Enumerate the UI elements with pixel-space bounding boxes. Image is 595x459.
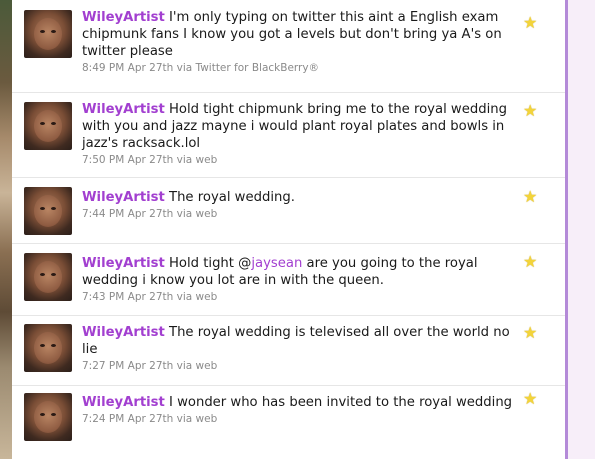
tweet-meta: 7:43 PM Apr 27th via web: [82, 290, 522, 304]
username-link[interactable]: WileyArtist: [82, 102, 165, 117]
source-label: via web: [173, 413, 218, 425]
star-icon[interactable]: ★: [523, 325, 539, 341]
star-icon[interactable]: ★: [523, 189, 539, 205]
star-icon[interactable]: ★: [523, 391, 539, 407]
tweet-meta: 7:44 PM Apr 27th via web: [82, 207, 522, 221]
timestamp-link[interactable]: 7:50 PM Apr 27th: [82, 154, 173, 166]
timestamp-link[interactable]: 8:49 PM Apr 27th: [82, 62, 173, 74]
username-link[interactable]: WileyArtist: [82, 256, 165, 271]
tweet-text: WileyArtist Hold tight @jaysean are you …: [82, 256, 478, 288]
tweet-meta: 7:24 PM Apr 27th via web: [82, 412, 522, 426]
timeline: WileyArtist I'm only typing on twitter t…: [12, 0, 565, 459]
avatar[interactable]: [24, 10, 72, 58]
timestamp-link[interactable]: 7:24 PM Apr 27th: [82, 413, 173, 425]
star-icon[interactable]: ★: [523, 15, 539, 31]
avatar[interactable]: [24, 187, 72, 235]
background-photo-strip: [0, 0, 12, 459]
avatar[interactable]: [24, 324, 72, 372]
username-link[interactable]: WileyArtist: [82, 190, 165, 205]
tweet-meta: 7:27 PM Apr 27th via web: [82, 359, 522, 373]
tweet-text: WileyArtist Hold tight chipmunk bring me…: [82, 102, 507, 151]
username-link[interactable]: WileyArtist: [82, 325, 165, 340]
tweet-text: WileyArtist The royal wedding is televis…: [82, 325, 510, 357]
tweet-item: WileyArtist I'm only typing on twitter t…: [12, 0, 565, 93]
tweet-meta: 8:49 PM Apr 27th via Twitter for BlackBe…: [82, 61, 522, 75]
source-label: via web: [173, 360, 218, 372]
star-icon[interactable]: ★: [523, 103, 539, 119]
avatar[interactable]: [24, 393, 72, 441]
avatar[interactable]: [24, 253, 72, 301]
tweet-text: WileyArtist I wonder who has been invite…: [82, 395, 513, 410]
tweet-text: WileyArtist The royal wedding.: [82, 190, 295, 205]
mention-link[interactable]: jaysean: [251, 256, 302, 271]
star-icon[interactable]: ★: [523, 254, 539, 270]
tweet-meta: 7:50 PM Apr 27th via web: [82, 153, 522, 167]
timestamp-link[interactable]: 7:44 PM Apr 27th: [82, 208, 173, 220]
source-label: via web: [173, 208, 218, 220]
sidebar: [568, 0, 595, 459]
tweet-text: WileyArtist I'm only typing on twitter t…: [82, 10, 502, 59]
source-label: via web: [173, 154, 218, 166]
timestamp-link[interactable]: 7:27 PM Apr 27th: [82, 360, 173, 372]
tweet-item: WileyArtist The royal wedding is televis…: [12, 315, 565, 386]
tweet-item: WileyArtist I wonder who has been invite…: [12, 385, 565, 459]
avatar[interactable]: [24, 102, 72, 150]
tweet-item: WileyArtist Hold tight chipmunk bring me…: [12, 92, 565, 178]
source-label: via web: [173, 291, 218, 303]
username-link[interactable]: WileyArtist: [82, 10, 165, 25]
timestamp-link[interactable]: 7:43 PM Apr 27th: [82, 291, 173, 303]
username-link[interactable]: WileyArtist: [82, 395, 165, 410]
tweet-item: WileyArtist The royal wedding. 7:44 PM A…: [12, 177, 565, 244]
source-label: via Twitter for BlackBerry®: [173, 62, 320, 74]
tweet-item: WileyArtist Hold tight @jaysean are you …: [12, 243, 565, 316]
